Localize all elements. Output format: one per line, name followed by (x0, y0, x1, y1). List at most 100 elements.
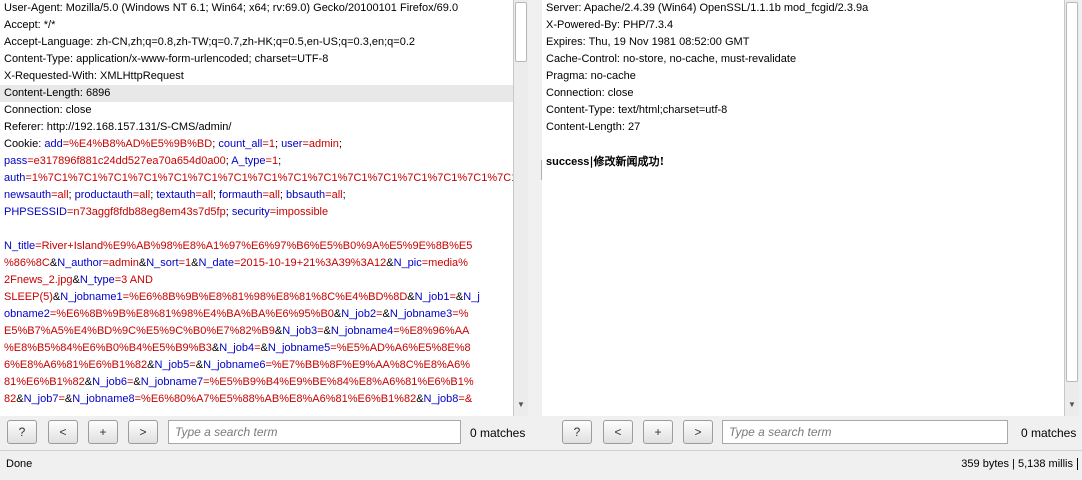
param-value: =media% (421, 257, 468, 269)
param-name: N_job8 (423, 393, 459, 405)
response-scroll-thumb[interactable] (1066, 2, 1078, 382)
help-button[interactable]: ? (562, 420, 592, 444)
param-value: SLEEP(5) (4, 291, 53, 303)
param-value: =admin (102, 257, 139, 269)
param-name: N_job5 (154, 359, 190, 371)
param-separator: & (382, 308, 390, 320)
param-value: =%E5%B9%B4%E9%BE%84%E8%A6%81%E6%B1% (203, 376, 474, 388)
request-header-line: Content-Type: application/x-www-form-url… (4, 53, 329, 65)
param-value: =1 (265, 155, 279, 167)
request-header-line: Connection: close (4, 104, 92, 116)
previous-match-button[interactable]: < (48, 420, 78, 444)
cookie-label: Cookie: (4, 138, 45, 150)
param-separator: ; (338, 138, 342, 150)
param-line: 2Fnews_2.jpg&N_type=3 AND (0, 272, 513, 289)
status-bar: Done 359 bytes | 5,138 millis (0, 450, 1082, 480)
param-name: N_job7 (23, 393, 59, 405)
param-separator: & (416, 393, 424, 405)
response-header-line: Content-Type: text/html;charset=utf-8 (546, 104, 728, 116)
response-header-line: Server: Apache/2.4.39 (Win64) OpenSSL/1.… (546, 2, 869, 14)
param-line: auth=1%7C1%7C1%7C1%7C1%7C1%7C1%7C1%7C1%7… (0, 170, 513, 187)
request-match-count: 0 matches (470, 426, 526, 440)
param-name: N_jobname8 (72, 393, 135, 405)
next-match-button[interactable]: > (128, 420, 158, 444)
request-scroll-thumb[interactable] (515, 2, 527, 62)
param-separator: ; (278, 155, 282, 167)
response-search-input[interactable] (722, 420, 1008, 444)
param-value: =%E6%8B%9B%E8%81%98%E8%81%8C%E4%BD%8D (122, 291, 408, 303)
param-value: =n73aggf8fdb88eg8em43s7d5fp (66, 206, 226, 218)
param-value: =& (458, 393, 473, 405)
param-name: add (44, 138, 63, 150)
request-search-input[interactable] (168, 420, 461, 444)
param-name: N_jobname7 (140, 376, 204, 388)
request-header-line: Accept-Language: zh-CN,zh;q=0.8,zh-TW;q=… (4, 36, 416, 48)
request-header-line: X-Requested-With: XMLHttpRequest (4, 70, 184, 82)
param-value: =River+Island%E9%AB%98%E8%A1%97%E6%97%B6… (35, 240, 473, 252)
param-value: =all (51, 189, 69, 201)
response-viewer[interactable]: Server: Apache/2.4.39 (Win64) OpenSSL/1.… (542, 0, 1064, 416)
param-line: 6%E8%A6%81%E6%B1%82&N_job5=&N_jobname6=%… (0, 357, 513, 374)
param-line: PHPSESSID=n73aggf8fdb88eg8em43s7d5fp; se… (0, 204, 513, 221)
param-name: N_job1 (414, 291, 450, 303)
param-separator: & (84, 376, 93, 388)
param-line: N_title=River+Island%E9%AB%98%E8%A1%97%E… (0, 238, 513, 255)
param-name: obname2 (4, 308, 50, 320)
param-line: %E8%B5%84%E6%B0%B4%E5%B9%B3&N_job4=&N_jo… (0, 340, 513, 357)
scroll-down-arrow-icon[interactable]: ▼ (1068, 400, 1076, 409)
param-line: SLEEP(5) & N_jobname1=%E6%8B%9B%E8%81%98%E… (0, 289, 513, 306)
param-separator: & (72, 274, 80, 286)
help-button[interactable]: ? (7, 420, 37, 444)
pane-divider[interactable] (528, 0, 542, 416)
scroll-down-arrow-icon[interactable]: ▼ (517, 400, 525, 409)
param-name: pass (4, 155, 28, 167)
param-line: %86%8C&N_author=admin&N_sort=1&N_date=20… (0, 255, 513, 272)
param-value: =all (195, 189, 213, 201)
param-value: 81%E6%B1%82 (4, 376, 85, 388)
param-value: =2015-10-19+21%3A39%3A12 (233, 257, 387, 269)
request-scrollbar[interactable]: ▼ (513, 0, 528, 416)
param-name: N_job2 (341, 308, 377, 320)
next-match-button[interactable]: > (683, 420, 713, 444)
param-name: newsauth (4, 189, 52, 201)
param-separator: & (407, 291, 415, 303)
param-value: =%E4%B8%AD%E5%9B%BD (62, 138, 213, 150)
param-value: =1 (178, 257, 192, 269)
response-scrollbar[interactable]: ▼ (1064, 0, 1079, 416)
param-name: count_all (218, 138, 263, 150)
param-value: =3 AND (114, 274, 153, 286)
param-name: N_pic (393, 257, 422, 269)
param-name: formauth (219, 189, 263, 201)
param-name: N_title (4, 240, 36, 252)
param-name: PHPSESSID (4, 206, 67, 218)
response-header-line: X-Powered-By: PHP/7.3.4 (546, 19, 674, 31)
param-name: bbsauth (286, 189, 326, 201)
previous-match-button[interactable]: < (603, 420, 633, 444)
response-body-status: success (546, 156, 590, 168)
param-name: A_type (231, 155, 266, 167)
param-value: 2Fnews_2.jpg (4, 274, 73, 286)
param-line: obname2=%E6%8B%9B%E8%81%98%E4%BA%BA%E6%9… (0, 306, 513, 323)
response-header-line: Content-Length: 27 (546, 121, 641, 133)
request-header-line: Accept: */* (4, 19, 56, 31)
param-value: =% (452, 308, 469, 320)
param-value: %86%8C (4, 257, 50, 269)
param-line: Cookie: add=%E4%B8%AD%E5%9B%BD; count_al… (0, 136, 513, 153)
response-search-toolbar: ? < + > 0 matches (542, 417, 1082, 449)
param-name: N_author (57, 257, 103, 269)
request-editor[interactable]: User-Agent: Mozilla/5.0 (Windows NT 6.1;… (0, 0, 513, 416)
param-value: =%E7%BB%8F%E9%AA%8C%E8%A6% (265, 359, 470, 371)
param-value: =e317896f881c24dd527ea70a654d0a00 (27, 155, 226, 167)
param-separator: & (191, 257, 199, 269)
param-name: productauth (74, 189, 133, 201)
param-value: =all (132, 189, 151, 201)
request-header-line: Referer: http://192.168.157.131/S-CMS/ad… (4, 121, 232, 133)
param-separator: & (260, 342, 268, 354)
add-search-button[interactable]: + (643, 420, 673, 444)
param-value: 6%E8%A6%81%E6%B1%82 (4, 359, 148, 371)
add-search-button[interactable]: + (88, 420, 118, 444)
param-name: auth (4, 172, 26, 184)
param-name: textauth (156, 189, 196, 201)
